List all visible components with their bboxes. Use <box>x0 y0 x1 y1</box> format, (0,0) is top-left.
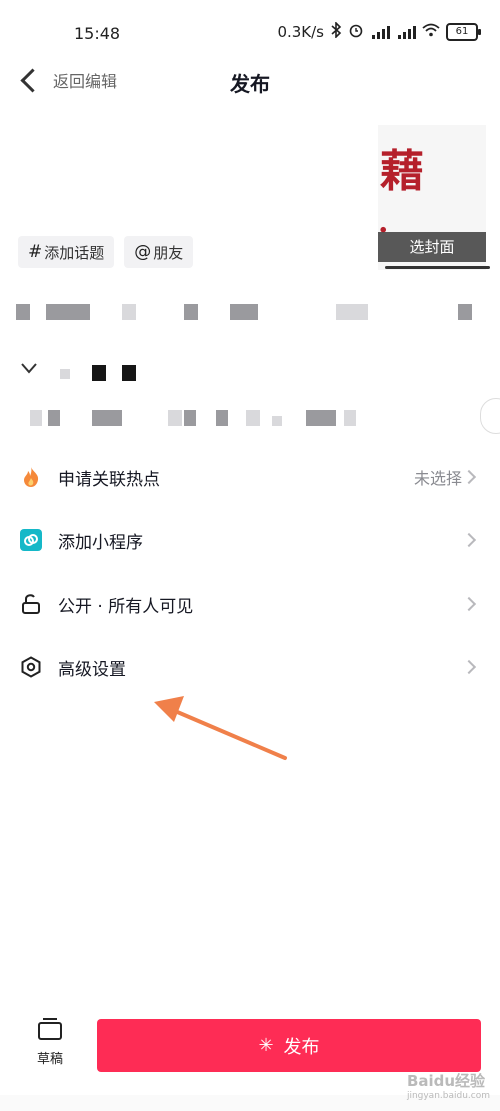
advanced-settings-row[interactable]: 高级设置 <box>0 642 500 692</box>
settings-hexagon-icon <box>20 656 42 678</box>
chevron-right-icon <box>461 532 477 548</box>
tag-chips: # 添加话题 @ 朋友 <box>18 236 194 268</box>
hot-topic-row[interactable]: 申请关联热点 未选择 <box>0 452 500 502</box>
draft-label: 草稿 <box>36 1052 63 1067</box>
annotation-arrow <box>154 696 287 760</box>
fire-icon <box>20 466 42 488</box>
signal-icon <box>370 25 390 39</box>
hashtag-icon: # <box>28 242 43 262</box>
mention-friend-chip[interactable]: @ 朋友 <box>124 236 194 268</box>
status-icons: 0.3K/s 61 <box>277 21 481 42</box>
select-cover-button[interactable]: 选封面 <box>378 232 486 262</box>
header-bar: 返回编辑 发布 <box>0 58 500 102</box>
publish-label: 发布 <box>283 1036 320 1058</box>
battery-icon: 61 <box>446 23 481 41</box>
status-time: 15:48 <box>74 24 121 43</box>
watermark-brand: Baidu经验 <box>406 1072 486 1090</box>
mini-program-row[interactable]: 添加小程序 <box>0 515 500 565</box>
publish-button[interactable]: ✳ 发布 <box>97 1019 481 1072</box>
censored-row-1 <box>0 304 500 324</box>
sparkle-icon: ✳ <box>258 1035 274 1056</box>
mini-program-label: 添加小程序 <box>58 532 143 553</box>
hot-topic-label: 申请关联热点 <box>58 469 160 490</box>
censored-row-3 <box>0 410 500 430</box>
visibility-row[interactable]: 公开 · 所有人可见 <box>0 579 500 629</box>
alarm-icon <box>348 22 364 42</box>
signal-icon-2 <box>396 25 416 39</box>
add-topic-chip[interactable]: # 添加话题 <box>18 236 115 268</box>
add-topic-label: 添加话题 <box>44 243 105 262</box>
location-icon <box>20 361 38 380</box>
chevron-right-icon <box>461 469 477 485</box>
visibility-label: 公开 · 所有人可见 <box>58 596 194 617</box>
status-bar: 15:48 0.3K/s 61 <box>0 0 500 64</box>
chevron-right-icon <box>461 659 477 675</box>
watermark-url: jingyan.baidu.com <box>406 1091 490 1101</box>
watermark-logo: Baidu经验 jingyan.baidu.com <box>407 1070 490 1101</box>
draft-box-icon <box>38 1018 62 1040</box>
cover-glyph: 藉 <box>380 146 424 197</box>
cover-underline <box>385 266 490 269</box>
draft-button[interactable]: 草稿 <box>22 1018 78 1067</box>
mini-program-icon <box>20 529 42 551</box>
at-icon: @ <box>134 242 152 262</box>
bluetooth-icon <box>330 21 342 42</box>
censored-row-2 <box>0 363 500 385</box>
unlock-icon <box>20 593 42 615</box>
advanced-settings-label: 高级设置 <box>58 659 126 680</box>
page-title: 发布 <box>230 72 270 96</box>
mention-friend-label: 朋友 <box>153 243 184 262</box>
hot-topic-value: 未选择 <box>413 469 462 488</box>
cover-thumbnail[interactable]: 藉 . 选封面 <box>378 125 486 270</box>
wifi-icon <box>422 23 440 41</box>
net-speed: 0.3K/s <box>277 23 324 41</box>
chevron-right-icon <box>461 596 477 612</box>
